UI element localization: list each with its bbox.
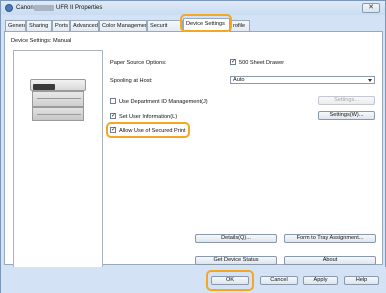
secured-print-checkbox[interactable]: ✓ [110, 127, 116, 133]
chevron-down-icon [368, 79, 372, 82]
title-bar: Canon UFR II Properties ✕ [1, 1, 385, 15]
panel-title: Device Settings: Manual [11, 38, 72, 44]
get-device-status-button[interactable]: Get Device Status [195, 256, 277, 265]
redacted-model-name [34, 5, 54, 11]
dept-id-label: Use Department ID Management(J) [119, 99, 208, 105]
printer-properties-window: Canon UFR II Properties ✕ General Sharin… [0, 0, 386, 293]
paper-source-label: Paper Source Options: [110, 60, 167, 66]
dept-id-checkbox[interactable] [110, 98, 116, 104]
apply-button[interactable]: Apply [303, 276, 338, 285]
dialog-footer: OK Cancel Apply Help [1, 267, 386, 293]
tab-profile[interactable]: rofile [230, 20, 250, 31]
about-button[interactable]: About [284, 256, 376, 265]
tab-color-management[interactable]: Color Management [99, 20, 147, 31]
window-title-start: Canon [16, 4, 34, 11]
device-settings-panel: Device Settings: Manual Paper Source Opt… [4, 31, 383, 278]
close-button[interactable]: ✕ [362, 3, 380, 13]
ok-button[interactable]: OK [211, 276, 249, 285]
tab-general[interactable]: General [5, 20, 26, 31]
cancel-button[interactable]: Cancel [260, 276, 298, 285]
spooling-select[interactable]: Auto [230, 76, 375, 84]
user-info-label: Set User Information(L) [119, 114, 178, 120]
user-info-checkbox[interactable]: ✓ [110, 113, 116, 119]
spooling-label: Spooling at Host: [110, 78, 153, 84]
help-button[interactable]: Help [344, 276, 379, 285]
window-title-end: UFR II Properties [56, 4, 103, 11]
printer-icon [5, 4, 13, 12]
500-sheet-drawer-checkbox[interactable]: ✓ [230, 59, 236, 65]
tab-advanced[interactable]: Advanced [70, 20, 99, 31]
printer-preview [13, 50, 103, 278]
tab-strip: General Sharing Ports Advanced Color Man… [3, 18, 383, 32]
tab-device-settings[interactable]: Device Settings [183, 18, 230, 32]
printer-image [30, 79, 86, 123]
form-to-tray-button[interactable]: Form to Tray Assignment... [284, 234, 376, 243]
500-sheet-drawer-label: 500 Sheet Drawer [239, 60, 285, 66]
tab-sharing[interactable]: Sharing [26, 20, 52, 31]
settings-w-button[interactable]: Settings(W)... [318, 111, 375, 120]
details-button[interactable]: Details(Q)... [195, 234, 277, 243]
settings-button[interactable]: Settings... [318, 96, 375, 105]
tab-security[interactable]: Securit [147, 20, 183, 31]
secured-print-label: Allow Use of Secured Print [119, 128, 186, 134]
tab-ports[interactable]: Ports [52, 20, 70, 31]
spooling-value: Auto [233, 77, 245, 83]
